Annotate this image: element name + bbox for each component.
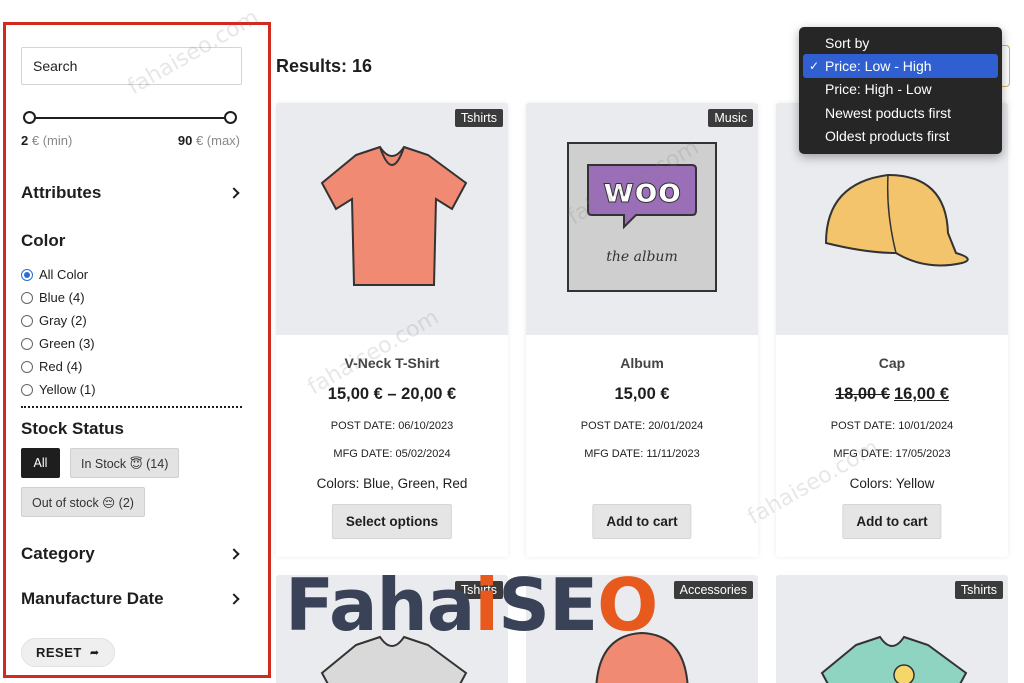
product-title[interactable]: Album	[526, 355, 758, 371]
color-filter-list: All Color Blue (4) Gray (2) Green (3) Re…	[21, 263, 96, 401]
watermark-logo: Faha i SE O	[285, 563, 658, 647]
price-min-label: 2 € (min)	[21, 133, 73, 148]
chevron-right-icon[interactable]	[228, 544, 240, 564]
category-heading[interactable]: Category	[21, 544, 95, 564]
color-option-blue[interactable]: Blue (4)	[21, 286, 96, 309]
search-input[interactable]	[21, 47, 242, 85]
color-option-yellow[interactable]: Yellow (1)	[21, 378, 96, 401]
mfg-date: MFG DATE: 11/11/2023	[584, 448, 700, 460]
filter-sidebar: 2 € (min) 90 € (max) Attributes Color Al…	[3, 22, 271, 678]
product-card: woo the album Music Album 15,00 € POST D…	[526, 103, 758, 557]
mfg-date: MFG DATE: 17/05/2023	[833, 448, 951, 460]
svg-text:the album: the album	[606, 249, 677, 265]
reset-button[interactable]: RESET ➦	[21, 638, 115, 667]
radio-button[interactable]	[21, 360, 33, 373]
post-date: POST DATE: 10/01/2024	[830, 420, 954, 432]
slider-min-handle[interactable]	[23, 111, 36, 124]
color-option-gray[interactable]: Gray (2)	[21, 309, 96, 332]
product-colors: Colors: Blue, Green, Red	[316, 476, 468, 491]
sort-option-oldest[interactable]: Oldest products first	[803, 124, 998, 147]
product-image[interactable]: Tshirts	[276, 103, 508, 335]
price-max-label: 90 € (max)	[177, 133, 240, 148]
color-option-red[interactable]: Red (4)	[21, 355, 96, 378]
product-price: 15,00 €	[614, 385, 670, 403]
product-title[interactable]: Cap	[776, 355, 1008, 371]
color-option-green[interactable]: Green (3)	[21, 332, 96, 355]
chevron-right-icon[interactable]	[228, 183, 240, 203]
arrow-icon: ➦	[89, 647, 100, 659]
results-count: Results: 16	[276, 56, 373, 76]
sort-option-header[interactable]: Sort by	[803, 31, 998, 54]
add-to-cart-button[interactable]: Add to cart	[842, 504, 942, 539]
slider-track	[29, 117, 231, 119]
sort-option-newest[interactable]: Newest poducts first	[803, 101, 998, 124]
stock-in-stock-button[interactable]: In Stock 😇 (14)	[70, 448, 180, 478]
color-heading: Color	[21, 231, 66, 250]
select-options-button[interactable]: Select options	[331, 504, 453, 539]
radio-button[interactable]	[21, 268, 33, 281]
color-option-all[interactable]: All Color	[21, 263, 96, 286]
radio-button[interactable]	[21, 314, 33, 327]
price-range-slider[interactable]	[23, 111, 237, 125]
sort-option-price-high-low[interactable]: Price: High - Low	[803, 78, 998, 101]
chevron-right-icon[interactable]	[228, 589, 240, 609]
attributes-heading[interactable]: Attributes	[21, 183, 101, 203]
stock-all-button[interactable]: All	[21, 448, 60, 478]
slider-max-handle[interactable]	[224, 111, 237, 124]
product-price: 18,00 €16,00 €	[776, 385, 1008, 404]
mfg-date: MFG DATE: 05/02/2024	[333, 448, 451, 460]
svg-text:woo: woo	[603, 171, 681, 211]
product-card: Cap 18,00 €16,00 € POST DATE: 10/01/2024…	[776, 103, 1008, 557]
stock-status-heading: Stock Status	[21, 419, 124, 438]
divider	[21, 406, 242, 408]
product-card: Tshirts V-Neck T-Shirt 15,00 € – 20,00 €…	[276, 103, 508, 557]
sale-price: 16,00 €	[894, 385, 950, 403]
category-badge[interactable]: Music	[708, 109, 753, 127]
sort-dropdown-menu: Sort by ✓ Price: Low - High Price: High -…	[799, 27, 1002, 154]
post-date: POST DATE: 06/10/2023	[330, 420, 454, 432]
product-card[interactable]: Tshirts	[776, 575, 1008, 683]
radio-button[interactable]	[21, 383, 33, 396]
tshirt-icon	[320, 145, 468, 286]
manufacture-date-heading[interactable]: Manufacture Date	[21, 589, 164, 609]
category-badge[interactable]: Tshirts	[954, 581, 1003, 599]
product-colors: Colors: Yellow	[849, 476, 935, 491]
check-icon: ✓	[809, 58, 820, 73]
category-badge[interactable]: Tshirts	[454, 109, 503, 127]
album-icon: woo the album	[567, 142, 717, 292]
add-to-cart-button[interactable]: Add to cart	[592, 504, 692, 539]
radio-button[interactable]	[21, 337, 33, 350]
stock-out-of-stock-button[interactable]: Out of stock 😔 (2)	[21, 487, 145, 517]
radio-button[interactable]	[21, 291, 33, 304]
old-price: 18,00 €	[834, 385, 890, 403]
sort-option-price-low-high[interactable]: ✓ Price: Low - High	[803, 54, 998, 78]
product-title[interactable]: V-Neck T-Shirt	[276, 355, 508, 371]
post-date: POST DATE: 20/01/2024	[580, 420, 704, 432]
product-image[interactable]: woo the album Music	[526, 103, 758, 335]
product-price: 15,00 € – 20,00 €	[327, 385, 457, 403]
